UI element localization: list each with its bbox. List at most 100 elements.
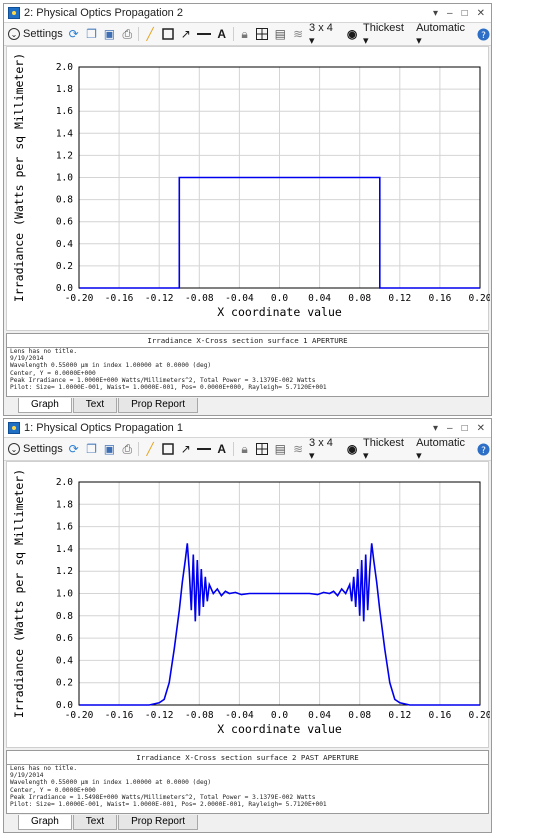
layout-dropdown[interactable]: 3 x 4 ▾ <box>309 22 341 47</box>
x-tick-label: 0.20 <box>469 293 490 304</box>
y-tick-label: 0.0 <box>56 283 73 294</box>
restore-icon[interactable]: □ <box>462 8 468 19</box>
x-tick-label: 0.16 <box>428 710 451 721</box>
text-icon[interactable]: A <box>215 27 229 41</box>
clock-icon[interactable]: ◉ <box>345 442 359 456</box>
analysis-window-top: 2: Physical Optics Propagation 2 ▾ – □ ✕… <box>3 3 492 416</box>
x-tick-label: 0.12 <box>388 710 411 721</box>
rectangle-icon[interactable] <box>161 442 175 456</box>
rectangle-icon[interactable] <box>161 27 175 41</box>
export-icon[interactable]: ▤ <box>273 442 287 456</box>
tab-prop-report[interactable]: Prop Report <box>118 815 199 830</box>
x-tick-label: 0.16 <box>428 293 451 304</box>
window-menu-dropdown-icon[interactable]: ▾ <box>433 423 438 434</box>
clock-icon[interactable]: ◉ <box>345 27 359 41</box>
plot-area: -0.20 -0.16 -0.12 -0.08 -0.04 0.0 0.04 0.08 0.12… <box>6 46 492 331</box>
close-icon[interactable]: ✕ <box>477 423 485 434</box>
analysis-toolbar: ⌄ Settings ⟳ ❐ ▣ ⎙ ╱ ↗ A 🔒︎ ▤ ≋ 3 x 4 ▾ … <box>4 22 491 47</box>
y-tick-label: 1.2 <box>56 566 73 577</box>
x-tick-label: 0.04 <box>308 710 331 721</box>
x-tick-label: -0.08 <box>185 710 214 721</box>
x-tick-label: -0.16 <box>105 710 134 721</box>
export-icon[interactable]: ▤ <box>273 27 287 41</box>
line-thickness-dropdown[interactable]: Thickest ▾ <box>363 437 412 462</box>
lock-icon[interactable]: 🔒︎ <box>238 442 252 456</box>
refresh-icon[interactable]: ⟳ <box>67 442 81 456</box>
layers-icon[interactable]: ≋ <box>291 27 305 41</box>
caption-line: 9/19/2014 <box>10 355 44 363</box>
settings-button[interactable]: ⌄ Settings <box>8 28 63 40</box>
restore-icon[interactable]: □ <box>462 423 468 434</box>
x-tick-label: 0.08 <box>348 710 371 721</box>
app-icon <box>8 7 20 19</box>
window-titlebar[interactable]: 1: Physical Optics Propagation 1 ▾ – □ ✕ <box>4 419 491 437</box>
y-tick-label: 1.4 <box>56 544 73 555</box>
y-tick-label: 2.0 <box>56 62 73 73</box>
minimize-icon[interactable]: – <box>447 8 453 19</box>
text-icon[interactable]: A <box>215 442 229 456</box>
copy-icon[interactable]: ❐ <box>85 442 99 456</box>
scale-dropdown[interactable]: Automatic ▾ <box>416 437 473 462</box>
arrow-icon[interactable]: ↗ <box>179 27 193 41</box>
layout-dropdown[interactable]: 3 x 4 ▾ <box>309 437 341 462</box>
grid-icon[interactable] <box>255 27 269 41</box>
lock-icon[interactable]: 🔒︎ <box>238 27 252 41</box>
x-tick-label: -0.16 <box>105 293 134 304</box>
irradiance-chart: -0.20 -0.16 -0.12 -0.08 -0.04 0.0 0.04 0.08 0.12… <box>12 53 492 319</box>
window-menu-dropdown-icon[interactable]: ▾ <box>433 8 438 19</box>
window-titlebar[interactable]: 2: Physical Optics Propagation 2 ▾ – □ ✕ <box>4 4 491 22</box>
print-icon[interactable]: ⎙ <box>120 442 134 456</box>
svg-text:?: ? <box>481 31 486 41</box>
y-tick-label: 0.6 <box>56 633 73 644</box>
chevron-down-icon: ⌄ <box>8 28 20 40</box>
grid-icon[interactable] <box>255 442 269 456</box>
caption-line: Pilot: Size= 1.0000E-001, Waist= 1.0000E… <box>10 384 327 392</box>
help-icon[interactable]: ? <box>477 27 491 41</box>
y-tick-label: 1.0 <box>56 589 73 600</box>
plot-area: -0.20 -0.16 -0.12 -0.08 -0.04 0.0 0.04 0.08 0.12… <box>6 461 492 748</box>
line-icon[interactable] <box>196 442 211 456</box>
svg-text:?: ? <box>481 446 486 456</box>
close-icon[interactable]: ✕ <box>477 8 485 19</box>
x-tick-label: -0.04 <box>225 293 254 304</box>
x-axis-label: X coordinate value <box>217 305 342 319</box>
layers-icon[interactable]: ≋ <box>291 442 305 456</box>
tab-text[interactable]: Text <box>72 815 118 830</box>
y-tick-label: 1.6 <box>56 522 73 533</box>
scale-dropdown[interactable]: Automatic ▾ <box>416 22 473 47</box>
line-icon[interactable] <box>196 27 211 41</box>
y-tick-label: 1.0 <box>56 173 73 184</box>
minimize-icon[interactable]: – <box>447 423 453 434</box>
line-thickness-dropdown[interactable]: Thickest ▾ <box>363 22 412 47</box>
settings-button[interactable]: ⌄ Settings <box>8 443 63 455</box>
save-icon[interactable]: ▣ <box>102 27 116 41</box>
tab-graph[interactable]: Graph <box>18 398 72 413</box>
y-tick-label: 1.2 <box>56 150 73 161</box>
pencil-icon[interactable]: ╱ <box>143 27 157 41</box>
x-tick-label: -0.20 <box>65 293 94 304</box>
y-tick-label: 1.8 <box>56 84 73 95</box>
app-icon <box>8 422 20 434</box>
window-title: 1: Physical Optics Propagation 1 <box>24 422 183 434</box>
x-tick-label: 0.08 <box>348 293 371 304</box>
analysis-toolbar: ⌄ Settings ⟳ ❐ ▣ ⎙ ╱ ↗ A 🔒︎ ▤ ≋ 3 x 4 ▾ … <box>4 437 491 462</box>
tab-text[interactable]: Text <box>72 398 118 413</box>
help-icon[interactable]: ? <box>477 442 491 456</box>
y-tick-label: 0.0 <box>56 700 73 711</box>
y-tick-label: 1.8 <box>56 499 73 510</box>
save-icon[interactable]: ▣ <box>102 442 116 456</box>
pencil-icon[interactable]: ╱ <box>143 442 157 456</box>
copy-icon[interactable]: ❐ <box>85 27 99 41</box>
x-tick-label: -0.12 <box>145 710 174 721</box>
x-tick-label: -0.12 <box>145 293 174 304</box>
caption-line: Lens has no title. <box>10 765 78 772</box>
print-icon[interactable]: ⎙ <box>120 27 134 41</box>
y-tick-label: 0.8 <box>56 195 73 206</box>
arrow-icon[interactable]: ↗ <box>179 442 193 456</box>
tab-graph[interactable]: Graph <box>18 815 72 830</box>
caption-line: 9/19/2014 <box>10 772 44 780</box>
y-tick-label: 2.0 <box>56 477 73 488</box>
x-tick-label: -0.08 <box>185 293 214 304</box>
tab-prop-report[interactable]: Prop Report <box>118 398 199 413</box>
refresh-icon[interactable]: ⟳ <box>67 27 81 41</box>
